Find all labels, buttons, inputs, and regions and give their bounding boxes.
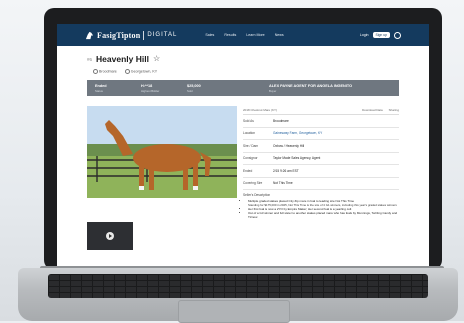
listing-meta: Broodmare Georgetown, KY — [93, 69, 157, 74]
meta-location: Georgetown, KY — [124, 69, 157, 74]
brand-name: FasigTipton — [97, 30, 141, 40]
location-link[interactable]: Gainesway Farm, Georgetown, KY — [273, 131, 322, 135]
description-list: Multiple graded stakes placed City Zip m… — [243, 199, 399, 219]
main-nav: Sales Results Learn More News — [205, 33, 283, 37]
buyer-agent: ALEX PAYNE AGENT FOR ANGELA INGENITO Buy… — [269, 83, 353, 93]
horse-name: Heavenly Hill — [96, 54, 149, 64]
play-icon[interactable] — [106, 232, 114, 240]
horse-photo-image — [87, 106, 237, 198]
list-item: Multiple graded stakes placed City Zip m… — [248, 199, 399, 207]
sharing-link[interactable]: Sharing — [389, 108, 399, 112]
stat-status: Ended Status — [95, 83, 107, 93]
globe-icon[interactable] — [394, 31, 401, 39]
nav-account: Login Sign up — [360, 31, 401, 39]
stat-sold-price: $25,000 Sold — [187, 83, 201, 93]
detail-row: Ended 2/15 9:26 am EST — [243, 165, 399, 178]
detail-row: Consignor Taylor Made Sales Agency, Agen… — [243, 153, 399, 165]
meta-type: Broodmare — [93, 69, 117, 74]
detail-row: Covering Sire Not This Time — [243, 178, 399, 190]
brand-suffix: DIGITAL — [147, 32, 178, 38]
download-data-link[interactable]: Download Data — [362, 108, 383, 112]
nav-results[interactable]: Results — [224, 33, 236, 37]
horse-photo[interactable] — [87, 106, 237, 198]
listing-title: #6 Heavenly Hill ☆ — [87, 54, 160, 64]
top-nav: FasigTipton DIGITAL Sales Results Learn … — [57, 24, 429, 46]
details-panel: 2018 Chestnut Mare (KY) Download Data Sh… — [243, 108, 399, 219]
signup-button[interactable]: Sign up — [372, 32, 390, 38]
hip-number: #6 — [87, 56, 93, 62]
star-icon[interactable]: ☆ — [153, 55, 160, 63]
nav-learn-more[interactable]: Learn More — [246, 33, 264, 37]
laptop-trackpad — [178, 300, 290, 323]
stat-highest-bidder: H:**18 Highest Bidder — [141, 83, 160, 93]
horse-head-icon — [85, 31, 94, 39]
video-thumbnail[interactable] — [87, 222, 133, 250]
laptop-screen: FasigTipton DIGITAL Sales Results Learn … — [57, 24, 429, 266]
sale-status-bar: Ended Status H:**18 Highest Bidder $25,0… — [87, 80, 399, 96]
nav-sales[interactable]: Sales — [205, 33, 214, 37]
laptop-keyboard — [48, 274, 428, 298]
description-title: Seller's Description — [243, 193, 271, 197]
logo-separator — [143, 30, 145, 40]
login-link[interactable]: Login — [360, 33, 369, 37]
location-pin-icon — [124, 69, 130, 74]
detail-row: Sire / Dam Oxbow / Heavenly Hill — [243, 140, 399, 153]
horse-description-line: 2018 Chestnut Mare (KY) — [243, 108, 278, 112]
detail-row: Sold As Broodmare — [243, 115, 399, 128]
brand-logo[interactable]: FasigTipton DIGITAL — [85, 30, 178, 40]
nav-news[interactable]: News — [275, 33, 284, 37]
tag-icon — [93, 69, 98, 74]
detail-row: Location Gainesway Farm, Georgetown, KY — [243, 128, 399, 140]
details-header: 2018 Chestnut Mare (KY) Download Data Sh… — [243, 108, 399, 115]
list-item: Out of a G3 winner and full sister to an… — [248, 211, 399, 219]
